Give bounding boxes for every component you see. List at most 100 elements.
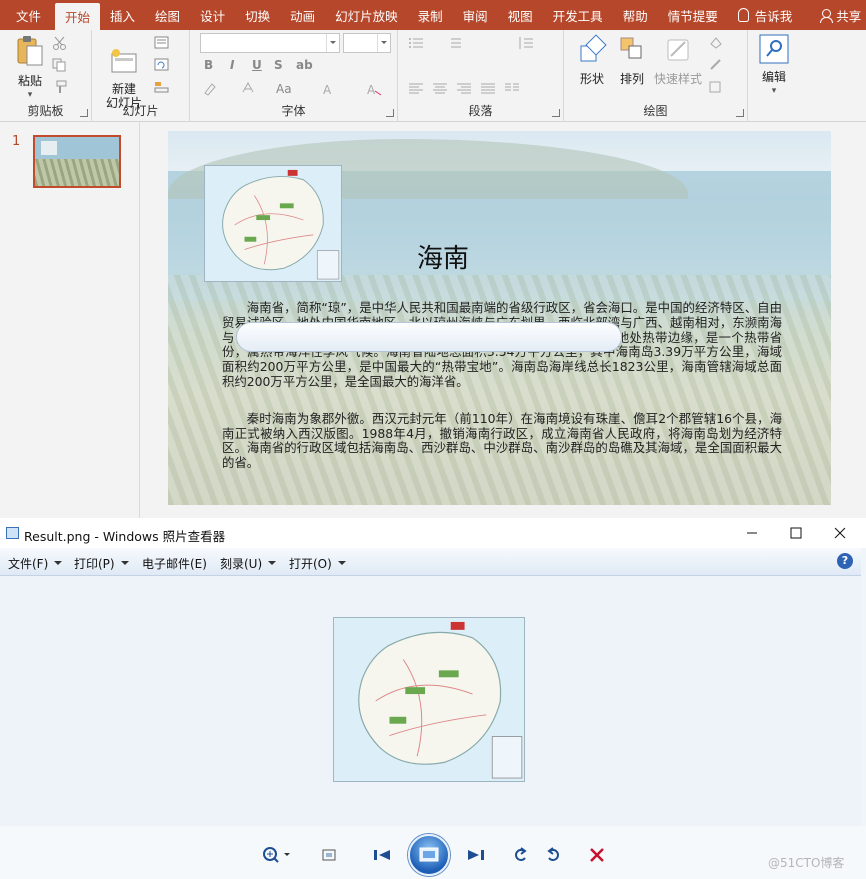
group-font: B I U S ab Aa A A 字体 — [190, 30, 398, 122]
menu-open[interactable]: 打开(O) — [289, 555, 346, 572]
tab-view[interactable]: 视图 — [498, 0, 543, 30]
delete-icon[interactable] — [588, 846, 606, 864]
align-left-icon[interactable] — [408, 82, 424, 96]
numbering-icon[interactable] — [446, 36, 462, 50]
reset-slide-icon[interactable] — [154, 58, 170, 72]
tab-file[interactable]: 文件 — [0, 0, 55, 30]
tab-developer[interactable]: 开发工具 — [543, 0, 613, 30]
copy-icon[interactable] — [52, 58, 68, 72]
tab-review[interactable]: 审阅 — [453, 0, 498, 30]
actual-size-icon[interactable] — [320, 846, 338, 864]
cut-icon[interactable] — [52, 36, 68, 50]
viewer-menu-bar: 文件(F) 打印(P) 电子邮件(E) 刻录(U) 打开(O) ? — [0, 548, 861, 576]
tab-slideshow[interactable]: 幻灯片放映 — [325, 0, 408, 30]
highlight-icon[interactable] — [202, 82, 218, 96]
underline-button[interactable]: U — [252, 58, 262, 72]
tab-help[interactable]: 帮助 — [613, 0, 658, 30]
shape-effects-icon[interactable] — [708, 80, 724, 94]
shapes-button[interactable]: 形状 — [572, 34, 612, 86]
previous-icon[interactable] — [372, 846, 394, 864]
align-right-icon[interactable] — [456, 82, 472, 96]
shapes-icon — [580, 34, 607, 62]
tab-record[interactable]: 录制 — [408, 0, 453, 30]
body-paragraph-2: 秦时海南为象郡外徼。西汉元封元年（前110年）在海南境设有珠崖、儋耳2个郡管辖1… — [222, 410, 782, 471]
zoom-icon[interactable] — [262, 846, 294, 864]
columns-icon[interactable] — [504, 82, 520, 96]
paste-button[interactable]: 粘贴 ▾ — [10, 34, 50, 102]
displayed-image — [333, 617, 525, 782]
tab-transitions[interactable]: 切换 — [235, 0, 280, 30]
help-icon[interactable]: ? — [837, 553, 853, 569]
group-drawing: 形状 排列 快速样式 绘图 — [564, 30, 748, 122]
paste-icon — [17, 36, 43, 66]
tab-storyboard[interactable]: 情节提要 — [658, 0, 728, 30]
tab-home[interactable]: 开始 — [55, 3, 101, 30]
viewer-title-bar: Result.png - Windows 照片查看器 — [0, 518, 866, 548]
person-icon — [820, 8, 834, 23]
menu-burn[interactable]: 刻录(U) — [220, 555, 277, 572]
close-icon — [834, 527, 846, 539]
arrange-button[interactable]: 排列 — [614, 34, 650, 86]
watermark-text: @51CTO博客 — [768, 856, 845, 870]
quick-styles-icon — [667, 39, 689, 61]
maximize-icon — [790, 527, 802, 539]
lightbulb-icon — [737, 8, 749, 22]
svg-text:A: A — [367, 83, 376, 96]
tab-animations[interactable]: 动画 — [280, 0, 325, 30]
drawing-launcher-icon[interactable] — [736, 109, 744, 117]
close-button[interactable] — [818, 518, 862, 548]
dropdown-arrow-icon — [54, 561, 63, 569]
slide-thumbnail[interactable] — [33, 135, 121, 188]
menu-file[interactable]: 文件(F) — [8, 555, 63, 572]
slide-canvas[interactable]: 海南 海南省，简称“琼”，是中华人民共和国最南端的省级行政区，省会海口。是中国的… — [168, 131, 831, 505]
clear-format-icon[interactable]: A — [366, 82, 382, 96]
quick-styles-button[interactable]: 快速样式 — [650, 34, 706, 86]
bullets-icon[interactable] — [408, 36, 424, 50]
slide-number: 1 — [12, 134, 21, 149]
minimize-button[interactable] — [730, 518, 774, 548]
minimize-icon — [747, 532, 757, 534]
align-center-icon[interactable] — [432, 82, 448, 96]
menu-print[interactable]: 打印(P) — [74, 555, 129, 572]
group-clipboard: 粘贴 ▾ 剪贴板 — [0, 30, 92, 122]
rotate-counterclockwise-icon[interactable] — [512, 846, 530, 864]
change-case-button[interactable]: Aa — [276, 82, 292, 96]
slideshow-icon — [419, 847, 439, 862]
font-name-combo[interactable] — [200, 33, 340, 53]
rotate-clockwise-icon[interactable] — [544, 846, 562, 864]
group-label-font: 字体 — [281, 104, 306, 118]
font-launcher-icon[interactable] — [386, 109, 394, 117]
bold-button[interactable]: B — [204, 58, 213, 72]
font-color-icon[interactable] — [240, 82, 256, 96]
editing-button[interactable]: 编辑 ▾ — [752, 34, 796, 98]
clipboard-launcher-icon[interactable] — [80, 109, 88, 117]
grow-font-icon[interactable]: A — [322, 82, 338, 96]
tab-insert[interactable]: 插入 — [100, 0, 145, 30]
section-icon[interactable] — [154, 80, 170, 94]
strikethrough-button[interactable]: S — [274, 58, 283, 72]
italic-button[interactable]: I — [230, 58, 234, 72]
tab-draw[interactable]: 绘图 — [145, 0, 190, 30]
line-spacing-icon[interactable] — [518, 36, 534, 50]
next-icon[interactable] — [464, 846, 486, 864]
ribbon-tab-bar: 文件 开始 插入 绘图 设计 切换 动画 幻灯片放映 录制 审阅 视图 开发工具… — [0, 0, 866, 30]
char-spacing-button[interactable]: ab — [296, 58, 313, 72]
tab-design[interactable]: 设计 — [190, 0, 235, 30]
powerpoint-window: 文件 开始 插入 绘图 设计 切换 动画 幻灯片放映 录制 审阅 视图 开发工具… — [0, 0, 866, 518]
shape-fill-icon[interactable] — [708, 36, 724, 50]
group-paragraph: 段落 — [398, 30, 564, 122]
layout-icon[interactable] — [154, 36, 170, 50]
tell-me-box[interactable]: 告诉我 — [728, 0, 803, 30]
font-size-combo[interactable] — [343, 33, 391, 53]
format-painter-icon[interactable] — [52, 80, 68, 94]
shape-outline-icon[interactable] — [708, 58, 724, 72]
window-title: Result.png - Windows 照片查看器 — [24, 529, 226, 544]
paragraph-launcher-icon[interactable] — [552, 109, 560, 117]
menu-email[interactable]: 电子邮件(E) — [142, 555, 207, 572]
slide-title[interactable]: 海南 — [318, 238, 568, 275]
dropdown-arrow-icon — [120, 561, 129, 569]
slideshow-button[interactable] — [408, 834, 450, 876]
share-button[interactable]: 共享 — [810, 0, 866, 30]
justify-icon[interactable] — [480, 82, 496, 96]
maximize-button[interactable] — [774, 518, 818, 548]
